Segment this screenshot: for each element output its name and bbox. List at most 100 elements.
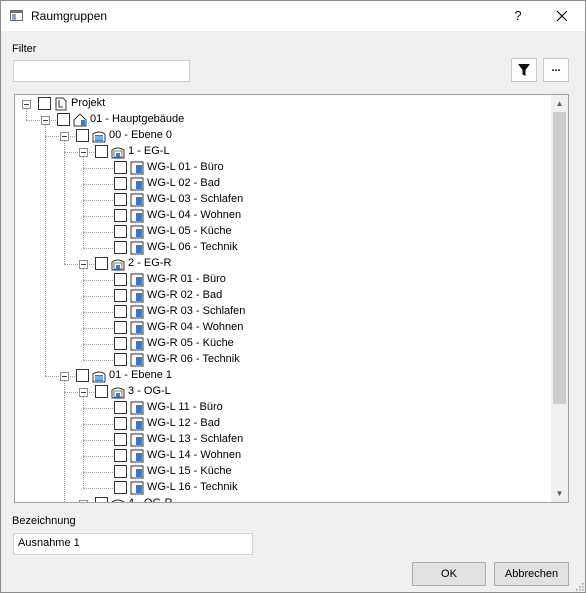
close-icon (556, 10, 568, 22)
tree-node[interactable]: 00 - Ebene 0 (15, 128, 545, 144)
tree-node[interactable]: WG-L 06 - Technik (15, 240, 545, 256)
collapse-toggle-icon[interactable] (79, 388, 88, 397)
tree-node[interactable]: WG-R 02 - Bad (15, 288, 545, 304)
tree-node[interactable]: WG-R 01 - Büro (15, 272, 545, 288)
tree-node[interactable]: WG-R 04 - Wohnen (15, 320, 545, 336)
tree-node[interactable]: WG-L 05 - Küche (15, 224, 545, 240)
tree-node-checkbox[interactable] (95, 257, 108, 270)
room-icon (130, 161, 144, 175)
tree-node-label: 00 - Ebene 0 (109, 129, 172, 141)
tree-node[interactable]: WG-L 14 - Wohnen (15, 448, 545, 464)
close-button[interactable] (547, 5, 577, 27)
tree-node[interactable]: 4 - OG-R (15, 496, 545, 502)
room-icon (130, 353, 144, 367)
tree-node-checkbox[interactable] (114, 225, 127, 238)
apartment-icon (111, 385, 125, 399)
collapse-toggle-icon[interactable] (79, 500, 88, 502)
tree-node[interactable]: WG-L 03 - Schlafen (15, 192, 545, 208)
tree-node-checkbox[interactable] (114, 321, 127, 334)
help-button[interactable]: ? (505, 5, 531, 27)
tree-node-checkbox[interactable] (76, 129, 89, 142)
room-icon (130, 401, 144, 415)
room-icon (130, 433, 144, 447)
tree-node[interactable]: 1 - EG-L (15, 144, 545, 160)
tree-scrollbar[interactable]: ▲ ▼ (551, 95, 568, 502)
tree-node-checkbox[interactable] (114, 241, 127, 254)
tree-node-label: WG-L 12 - Bad (147, 417, 220, 429)
apartment-icon (111, 497, 125, 502)
tree-node-checkbox[interactable] (114, 465, 127, 478)
tree-node-checkbox[interactable] (95, 385, 108, 398)
collapse-toggle-icon[interactable] (22, 100, 31, 109)
tree-node[interactable]: WG-L 16 - Technik (15, 480, 545, 496)
tree-node-checkbox[interactable] (57, 113, 70, 126)
tree-node[interactable]: WG-R 05 - Küche (15, 336, 545, 352)
tree-node[interactable]: WG-L 01 - Büro (15, 160, 545, 176)
tree-node-checkbox[interactable] (114, 209, 127, 222)
ok-button[interactable]: OK (412, 562, 486, 586)
tree-node[interactable]: 01 - Hauptgebäude (15, 112, 545, 128)
tree-node-checkbox[interactable] (114, 177, 127, 190)
room-group-tree: Projekt 01 - Hauptgebäude 00 - Ebene 0 1 - … (14, 94, 569, 503)
tree-node-label: WG-R 06 - Technik (147, 353, 240, 365)
collapse-toggle-icon[interactable] (60, 132, 69, 141)
tree-node-checkbox[interactable] (76, 369, 89, 382)
tree-node-checkbox[interactable] (114, 433, 127, 446)
tree-node-label: WG-L 13 - Schlafen (147, 433, 244, 445)
tree-node[interactable]: 2 - EG-R (15, 256, 545, 272)
tree-node-label: WG-R 05 - Küche (147, 337, 234, 349)
scroll-up-icon[interactable]: ▲ (551, 95, 568, 112)
scroll-thumb[interactable] (553, 112, 566, 404)
tree-node-checkbox[interactable] (114, 289, 127, 302)
collapse-toggle-icon[interactable] (60, 372, 69, 381)
tree-node[interactable]: WG-L 11 - Büro (15, 400, 545, 416)
collapse-toggle-icon[interactable] (79, 260, 88, 269)
tree-node[interactable]: Projekt (15, 96, 545, 112)
tree-node-checkbox[interactable] (114, 417, 127, 430)
tree-node-label: WG-L 02 - Bad (147, 177, 220, 189)
room-icon (130, 481, 144, 495)
tree-node-checkbox[interactable] (114, 449, 127, 462)
tree-node-label: WG-R 04 - Wohnen (147, 321, 244, 333)
scroll-down-icon[interactable]: ▼ (551, 485, 568, 502)
cancel-button[interactable]: Abbrechen (494, 562, 569, 586)
tree-node-label: WG-L 04 - Wohnen (147, 209, 242, 221)
tree-node-checkbox[interactable] (114, 401, 127, 414)
tree-node[interactable]: WG-L 04 - Wohnen (15, 208, 545, 224)
filter-input[interactable] (13, 60, 190, 82)
filter-button[interactable] (511, 58, 537, 82)
tree-node[interactable]: 01 - Ebene 1 (15, 368, 545, 384)
tree-node[interactable]: WG-R 03 - Schlafen (15, 304, 545, 320)
tree-node[interactable]: WG-L 02 - Bad (15, 176, 545, 192)
apartment-icon (111, 145, 125, 159)
tree-node-checkbox[interactable] (114, 337, 127, 350)
tree-node-label: WG-R 02 - Bad (147, 289, 223, 301)
tree-node-checkbox[interactable] (95, 145, 108, 158)
tree-node-label: 2 - EG-R (128, 257, 172, 269)
designation-input[interactable]: Ausnahme 1 (13, 533, 253, 555)
tree-node[interactable]: WG-L 13 - Schlafen (15, 432, 545, 448)
tree-node-checkbox[interactable] (114, 305, 127, 318)
resize-grip-icon[interactable] (575, 582, 584, 591)
room-icon (130, 417, 144, 431)
tree-node[interactable]: WG-L 15 - Küche (15, 464, 545, 480)
funnel-icon (518, 64, 530, 76)
tree-node[interactable]: 3 - OG-L (15, 384, 545, 400)
tree-node-checkbox[interactable] (114, 193, 127, 206)
more-options-button[interactable]: ... (543, 58, 569, 82)
tree-node-label: 01 - Hauptgebäude (90, 113, 185, 125)
tree-node-checkbox[interactable] (114, 353, 127, 366)
tree-node[interactable]: WG-L 12 - Bad (15, 416, 545, 432)
building-icon (73, 113, 87, 127)
collapse-toggle-icon[interactable] (41, 116, 50, 125)
tree-node[interactable]: WG-R 06 - Technik (15, 352, 545, 368)
tree-node-checkbox[interactable] (114, 273, 127, 286)
apartment-icon (111, 257, 125, 271)
tree-node-checkbox[interactable] (38, 97, 51, 110)
tree-node-checkbox[interactable] (114, 161, 127, 174)
collapse-toggle-icon[interactable] (79, 148, 88, 157)
tree-node-label: 4 - OG-R (128, 497, 173, 502)
tree-node-checkbox[interactable] (114, 481, 127, 494)
project-icon (54, 97, 68, 111)
tree-node-checkbox[interactable] (95, 497, 108, 502)
